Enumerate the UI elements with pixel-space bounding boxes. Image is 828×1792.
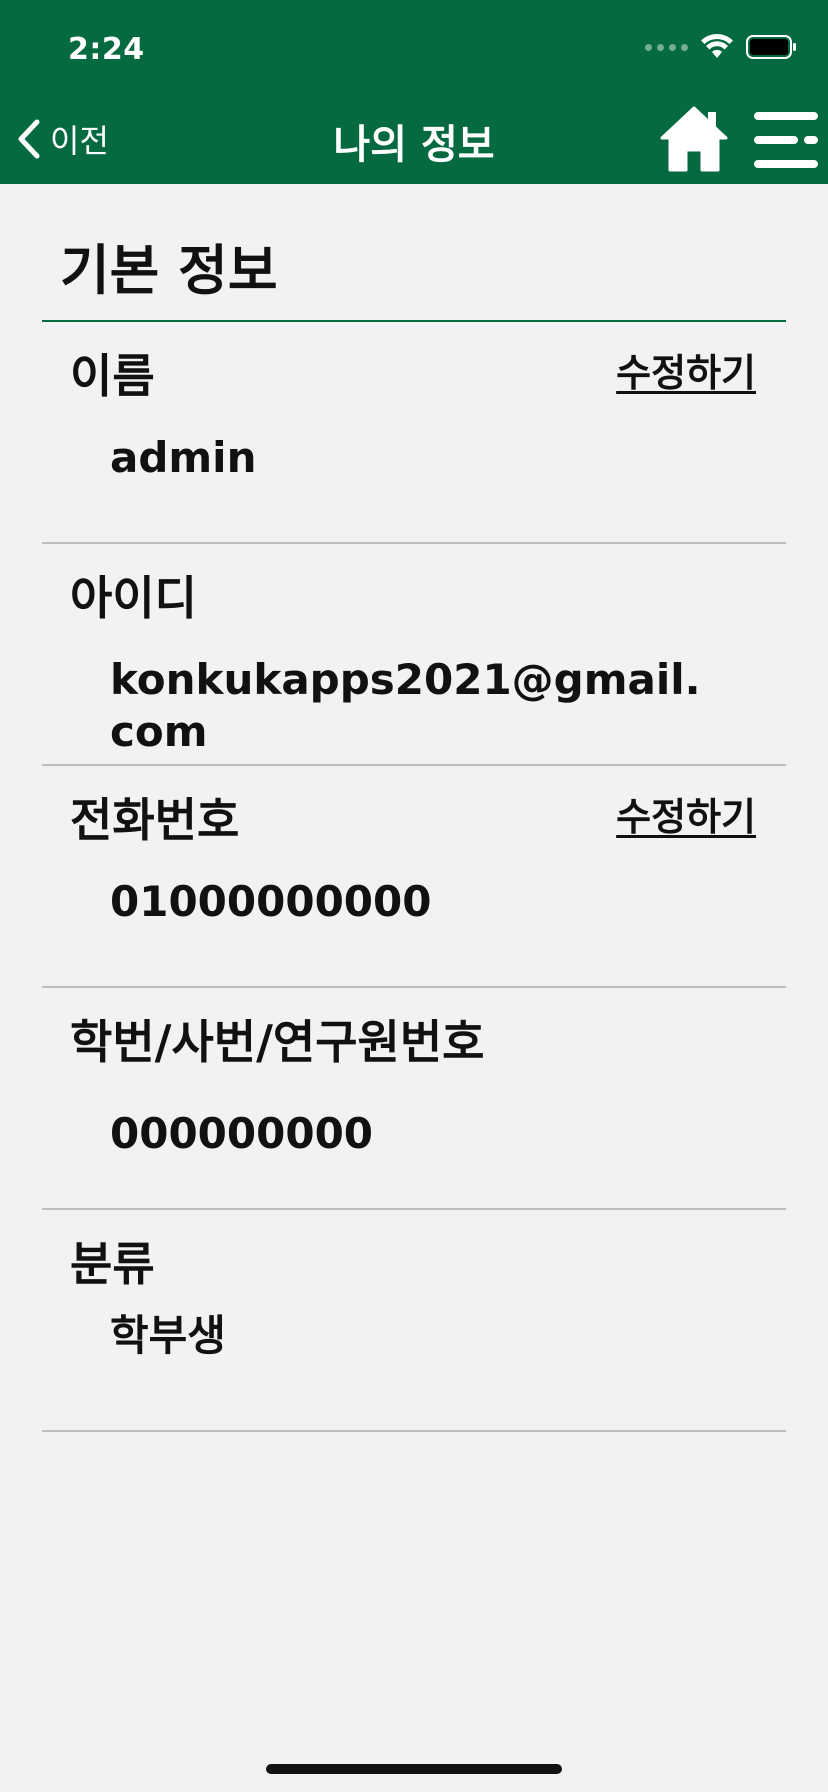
field-value-member-number: 000000000: [110, 1109, 374, 1158]
field-name: 이름 수정하기 admin: [42, 322, 786, 544]
field-label-name: 이름: [70, 349, 155, 403]
field-label-member-number: 학번/사번/연구원번호: [70, 1015, 485, 1069]
field-label-phone: 전화번호: [70, 793, 240, 847]
status-icons: [645, 34, 798, 60]
field-value-category: 학부생: [110, 1311, 226, 1360]
field-phone: 전화번호 수정하기 01000000000: [42, 766, 786, 988]
signal-icon: [645, 43, 688, 51]
field-member-number: 학번/사번/연구원번호 000000000: [42, 988, 786, 1210]
navigation-header: 2:24 이전 나의 정보: [0, 0, 828, 184]
edit-phone-button[interactable]: 수정하기: [616, 786, 756, 841]
field-id: 아이디 konkukapps2021@gmail.com: [42, 544, 786, 766]
field-category: 분류 학부생: [42, 1210, 786, 1432]
home-button[interactable]: [658, 104, 730, 174]
wifi-icon: [701, 34, 733, 58]
battery-icon: [746, 35, 796, 59]
field-label-category: 분류: [70, 1237, 155, 1291]
menu-icon: [754, 112, 818, 168]
home-indicator[interactable]: [266, 1764, 562, 1774]
field-value-id: konkukapps2021@gmail.com: [110, 655, 701, 756]
field-label-id: 아이디: [70, 571, 197, 625]
app-root: 2:24 이전 나의 정보 기본 정보 이름 수정하기 admin 아이디 ko…: [0, 0, 828, 1792]
field-value-name: admin: [110, 433, 257, 482]
field-value-phone: 01000000000: [110, 877, 432, 926]
section-title: 기본 정보: [60, 239, 278, 302]
edit-name-button[interactable]: 수정하기: [616, 342, 756, 397]
status-time: 2:24: [68, 32, 145, 67]
menu-button[interactable]: [750, 108, 822, 172]
home-icon: [660, 106, 728, 172]
